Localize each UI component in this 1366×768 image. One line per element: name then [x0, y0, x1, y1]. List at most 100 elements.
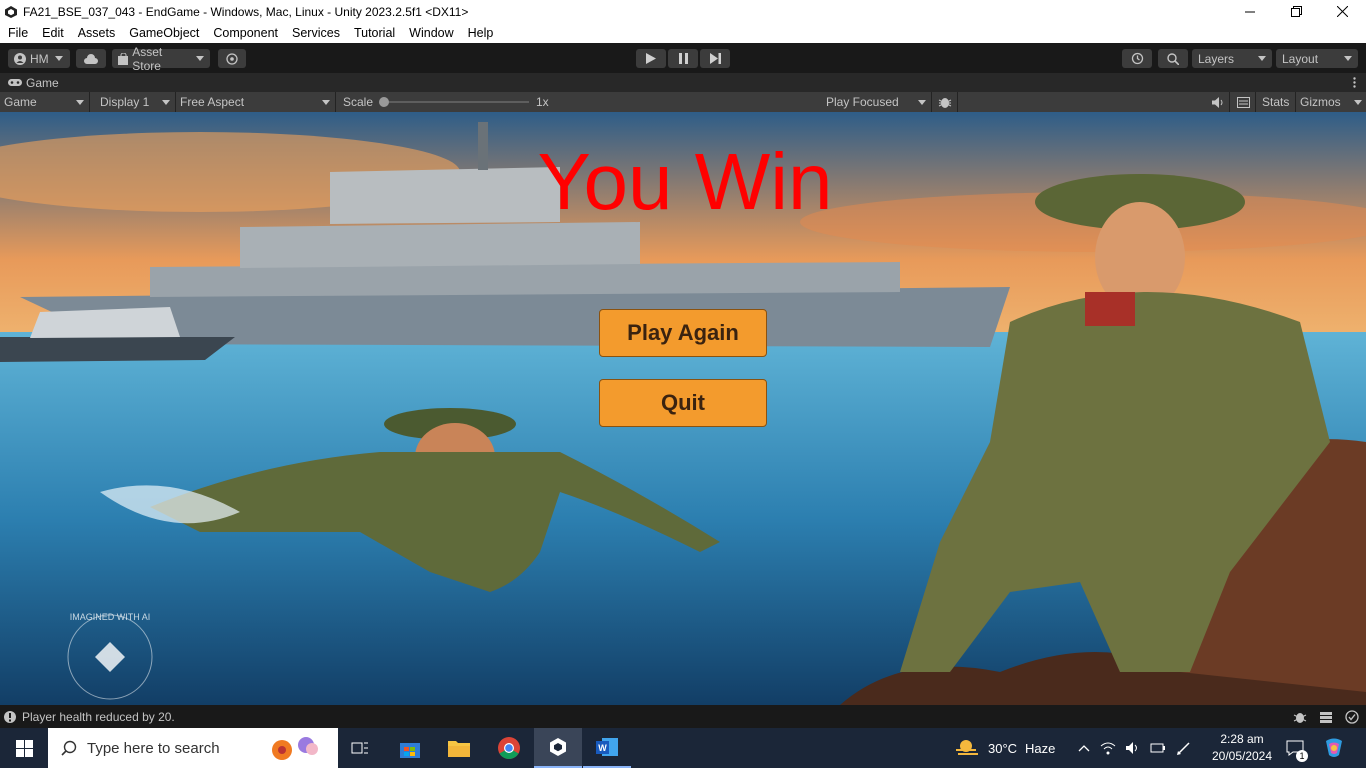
aspect-select[interactable]: Free Aspect	[176, 92, 336, 112]
play-mode-select-label: Play Focused	[826, 95, 899, 109]
weather-temperature: 30°C	[988, 740, 1018, 756]
cache-server-icon[interactable]	[1319, 710, 1333, 724]
account-dropdown[interactable]: HM	[8, 49, 70, 68]
menu-window[interactable]: Window	[409, 26, 453, 40]
unity-logo-icon	[5, 5, 17, 18]
task-view-icon	[351, 742, 368, 754]
word-taskbar-button[interactable]: W	[583, 728, 631, 768]
scale-label: Scale	[343, 95, 374, 109]
step-icon	[709, 53, 721, 64]
aspect-select-label: Free Aspect	[180, 95, 245, 109]
more-options-icon[interactable]	[1353, 77, 1356, 88]
wifi-icon[interactable]	[1100, 741, 1116, 755]
windows-logo-icon	[15, 739, 33, 757]
watermark-text: IMAGINED WITH AI	[70, 612, 151, 622]
haze-weather-icon	[956, 740, 978, 755]
unity-icon	[550, 738, 566, 756]
menu-bar: File Edit Assets GameObject Component Se…	[0, 23, 1366, 43]
volume-icon[interactable]	[1126, 741, 1140, 755]
view-select-label: Game	[4, 95, 37, 109]
display-select[interactable]: Display 1	[96, 92, 176, 112]
task-view-button[interactable]	[336, 728, 384, 768]
unity-toolbar: HM Asset Store Layers Layout	[0, 43, 1366, 73]
game-view-toolbar: Game Display 1 Free Aspect Scale 1x Play…	[0, 92, 1366, 112]
minimize-button[interactable]	[1227, 0, 1273, 23]
play-again-button[interactable]: Play Again	[599, 309, 767, 357]
taskbar-search-box[interactable]: Type here to search	[48, 728, 338, 768]
menu-component[interactable]: Component	[213, 26, 278, 40]
quit-button[interactable]: Quit	[599, 379, 767, 427]
close-icon	[1336, 6, 1348, 17]
step-button[interactable]	[700, 49, 730, 68]
notifications-button[interactable]: 1	[1282, 728, 1308, 768]
gizmos-label: Gizmos	[1300, 95, 1341, 109]
menu-services[interactable]: Services	[292, 26, 340, 40]
weather-description: Haze	[1025, 740, 1056, 756]
windows-taskbar: Type here to search W 30°C Haze 2:28 am …	[0, 728, 1366, 768]
window-titlebar: FA21_BSE_037_043 - EndGame - Windows, Ma…	[0, 0, 1366, 23]
menu-file[interactable]: File	[8, 26, 28, 40]
start-button[interactable]	[0, 728, 48, 768]
fullscreen-toggle[interactable]	[1232, 92, 1256, 112]
pause-icon	[678, 53, 688, 64]
play-mode-select[interactable]: Play Focused	[822, 92, 932, 112]
restore-button[interactable]	[1273, 0, 1319, 23]
undo-history-button[interactable]	[1122, 49, 1152, 68]
notification-count: 1	[1296, 750, 1308, 762]
restore-icon	[1290, 6, 1302, 17]
microsoft-store-button[interactable]	[386, 728, 434, 768]
cloud-button[interactable]	[76, 49, 106, 68]
close-button[interactable]	[1319, 0, 1365, 23]
checkmark-circle-icon[interactable]	[1345, 710, 1359, 724]
search-button[interactable]	[1158, 49, 1188, 68]
chevron-up-icon[interactable]	[1078, 744, 1090, 752]
play-button[interactable]	[636, 49, 666, 68]
view-select[interactable]: Game	[0, 92, 90, 112]
menu-tutorial[interactable]: Tutorial	[354, 26, 395, 40]
stats-button[interactable]: Stats	[1258, 92, 1296, 112]
debug-button[interactable]	[932, 92, 958, 112]
game-tab[interactable]: Game	[26, 76, 59, 90]
shopping-bag-icon	[118, 52, 129, 65]
layers-dropdown[interactable]: Layers	[1192, 49, 1272, 68]
menu-assets[interactable]: Assets	[78, 26, 116, 40]
cloud-icon	[84, 53, 98, 64]
bug-report-icon[interactable]	[1293, 710, 1307, 724]
clock[interactable]: 2:28 am 20/05/2024	[1206, 728, 1278, 768]
layout-dropdown[interactable]: Layout	[1276, 49, 1358, 68]
clock-time: 2:28 am	[1220, 732, 1264, 746]
scale-control: Scale 1x	[339, 92, 819, 112]
window-title: FA21_BSE_037_043 - EndGame - Windows, Ma…	[23, 4, 469, 19]
folder-icon	[448, 741, 470, 757]
chrome-button[interactable]	[485, 728, 533, 768]
battery-icon[interactable]	[1150, 742, 1166, 754]
keyboard-icon	[1237, 96, 1250, 108]
pen-icon[interactable]	[1176, 740, 1192, 756]
file-explorer-button[interactable]	[435, 728, 483, 768]
gamepad-icon	[8, 79, 22, 86]
asset-store-dropdown[interactable]: Asset Store	[112, 45, 210, 73]
menu-gameobject[interactable]: GameObject	[129, 26, 199, 40]
scale-slider-track[interactable]	[384, 101, 529, 103]
display-select-label: Display 1	[100, 95, 150, 109]
search-icon	[1167, 52, 1179, 65]
unity-taskbar-button[interactable]	[534, 728, 582, 768]
copilot-button[interactable]	[1320, 728, 1348, 768]
search-placeholder: Type here to search	[87, 739, 220, 757]
minimize-icon	[1245, 11, 1255, 12]
menu-edit[interactable]: Edit	[42, 26, 64, 40]
microsoft-store-icon	[400, 743, 420, 758]
scale-slider-thumb[interactable]	[379, 97, 389, 107]
mute-audio-button[interactable]	[1206, 92, 1230, 112]
pause-button[interactable]	[668, 49, 698, 68]
gizmos-dropdown[interactable]: Gizmos	[1296, 92, 1366, 112]
console-status-bar[interactable]: Player health reduced by 20.	[0, 705, 1366, 728]
menu-help[interactable]: Help	[468, 26, 494, 40]
search-highlight-flowers-icon	[272, 737, 318, 760]
version-control-button[interactable]	[218, 49, 246, 68]
layout-label: Layout	[1282, 51, 1319, 66]
console-message: Player health reduced by 20.	[22, 709, 175, 724]
weather-widget[interactable]: 30°C Haze	[954, 728, 1055, 768]
version-control-icon	[226, 52, 238, 65]
you-win-title: You Win	[537, 137, 833, 226]
